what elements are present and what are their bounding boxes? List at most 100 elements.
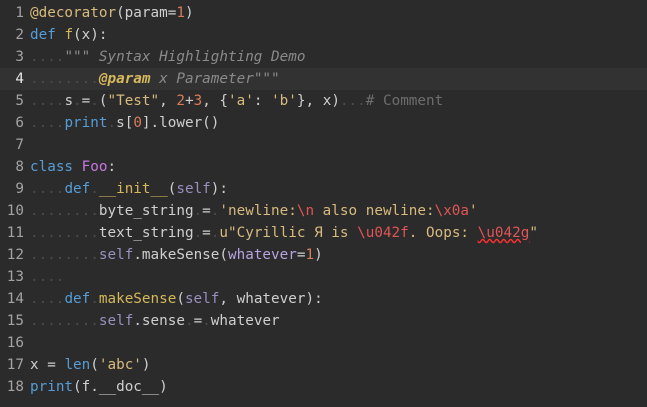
code-text: ....s.=.("Test", 2+3, {'a': 'b'}, x)...#… xyxy=(30,90,443,112)
code-token: : xyxy=(107,159,117,175)
code-token: 0 xyxy=(133,115,142,131)
whitespace-marker: .... xyxy=(30,291,65,307)
whitespace-marker: . xyxy=(193,203,203,219)
code-token: 'abc' xyxy=(98,357,142,373)
whitespace-marker: . xyxy=(202,313,211,329)
code-token: __init__ xyxy=(98,181,168,197)
code-token: x = xyxy=(30,357,65,373)
code-token: text_string xyxy=(98,225,194,241)
code-token: \u042f xyxy=(357,225,409,241)
code-text: ....""" Syntax Highlighting Demo xyxy=(30,46,305,68)
code-token: 2 xyxy=(176,93,185,109)
whitespace-marker: . xyxy=(184,313,194,329)
code-line[interactable]: 10 ........byte_string.=.'newline:\n also… xyxy=(0,200,647,222)
code-token: 'a' xyxy=(228,93,254,109)
code-token: "Test" xyxy=(107,93,160,109)
whitespace-marker: . xyxy=(90,291,99,307)
code-token: 'newline: xyxy=(219,203,297,219)
line-number: 4 xyxy=(15,71,24,87)
code-line[interactable]: 2 def f(x): xyxy=(0,24,647,46)
code-line[interactable]: 12 ........self.makeSense(whatever=1) xyxy=(0,244,647,266)
code-text: x = len('abc') xyxy=(30,354,151,376)
code-token: 1 xyxy=(176,5,185,21)
line-number: 13 xyxy=(6,269,24,285)
code-line[interactable]: 8 class Foo: xyxy=(0,156,647,178)
code-line[interactable]: 6 ....print.s[0].lower() xyxy=(0,112,647,134)
code-text: class Foo: xyxy=(30,156,116,178)
line-number: 17 xyxy=(6,357,24,373)
code-line[interactable]: 18 print(f.__doc__) xyxy=(0,376,647,398)
whitespace-marker: ........ xyxy=(30,225,99,241)
whitespace-marker: .... xyxy=(30,115,65,131)
code-token: whatever xyxy=(228,247,297,263)
code-line[interactable]: 3 ....""" Syntax Highlighting Demo xyxy=(0,46,647,68)
code-token: ) xyxy=(314,247,323,263)
whitespace-marker: ........ xyxy=(30,71,99,87)
code-token: , xyxy=(159,93,177,109)
whitespace-marker: .... xyxy=(30,181,65,197)
code-line[interactable]: 15 ........self.sense.=.whatever xyxy=(0,310,647,332)
line-number: 10 xyxy=(6,203,24,219)
code-line[interactable]: 17 x = len('abc') xyxy=(0,354,647,376)
code-token: + xyxy=(184,93,194,109)
code-token: = xyxy=(193,313,203,329)
line-number: 3 xyxy=(15,49,24,65)
code-line[interactable]: 4 ........@param x Parameter""" xyxy=(0,68,647,90)
line-number: 14 xyxy=(6,291,24,307)
code-token: f xyxy=(64,27,74,43)
line-number: 2 xyxy=(15,27,24,43)
code-text: ........self.sense.=.whatever xyxy=(30,310,280,332)
code-line[interactable]: 7 xyxy=(0,134,647,156)
code-text: ........self.makeSense(whatever=1) xyxy=(30,244,323,266)
code-token: ) xyxy=(141,357,151,373)
whitespace-marker: .... xyxy=(30,49,65,65)
code-token: .sense xyxy=(133,313,185,329)
code-token: \x0a xyxy=(434,203,470,219)
code-token: whatever): xyxy=(236,291,323,307)
code-text: .... xyxy=(30,266,64,288)
code-token: ): xyxy=(210,181,229,197)
code-token: def xyxy=(64,181,91,197)
line-number: 6 xyxy=(15,115,24,131)
code-token: len xyxy=(64,357,91,373)
code-line[interactable]: 13.... xyxy=(0,266,647,288)
code-text: @decorator(param=1) xyxy=(30,2,194,24)
code-text: ....print.s[0].lower() xyxy=(30,112,219,134)
code-line[interactable]: 9 ....def.__init__(self): xyxy=(0,178,647,200)
code-line[interactable]: 5 ....s.=.("Test", 2+3, {'a': 'b'}, x)...… xyxy=(0,90,647,112)
code-text: ....def.__init__(self): xyxy=(30,178,228,200)
code-line[interactable]: 16 xyxy=(0,332,647,354)
code-token: ].lower() xyxy=(141,115,220,131)
whitespace-marker: . xyxy=(90,93,99,109)
code-text: ........text_string.=.u"Cyrillic Я is \u… xyxy=(30,222,538,244)
code-text: def f(x): xyxy=(30,24,107,46)
code-token: s[ xyxy=(116,115,134,131)
code-token: ( xyxy=(176,291,185,307)
code-token: byte_string xyxy=(98,203,194,219)
whitespace-marker: ........ xyxy=(30,313,99,329)
code-token: , { xyxy=(202,93,229,109)
code-token: (x): xyxy=(73,27,108,43)
code-token: (param xyxy=(116,5,168,21)
code-token: = xyxy=(202,203,211,219)
code-token: }, x) xyxy=(296,93,340,109)
code-line[interactable]: 11 ........text_string.=.u"Cyrillic Я is … xyxy=(0,222,647,244)
editor-lines[interactable]: 1 @decorator(param=1) 2 def f(x): 3 ....""" S… xyxy=(0,2,647,398)
code-line[interactable]: 14 ....def.makeSense(self, whatever): xyxy=(0,288,647,310)
code-editor[interactable]: 1 @decorator(param=1) 2 def f(x): 3 ....""" S… xyxy=(0,0,647,407)
line-number: 15 xyxy=(6,313,24,329)
code-token: \u042g xyxy=(477,225,530,241)
code-text: ........byte_string.=.'newline:\n also n… xyxy=(30,200,478,222)
line-number: 12 xyxy=(6,247,24,263)
whitespace-marker: . xyxy=(73,93,82,109)
code-token: .makeSense( xyxy=(133,247,228,263)
code-token: . Oops: xyxy=(408,225,478,241)
code-token: \n xyxy=(296,203,315,219)
code-token: = xyxy=(202,225,211,241)
code-line[interactable]: 1 @decorator(param=1) xyxy=(0,2,647,24)
whitespace-marker: . xyxy=(107,115,117,131)
code-token: 1 xyxy=(305,247,315,263)
line-number: 8 xyxy=(15,159,24,175)
code-token: ) xyxy=(184,5,194,21)
code-token: def xyxy=(64,291,91,307)
